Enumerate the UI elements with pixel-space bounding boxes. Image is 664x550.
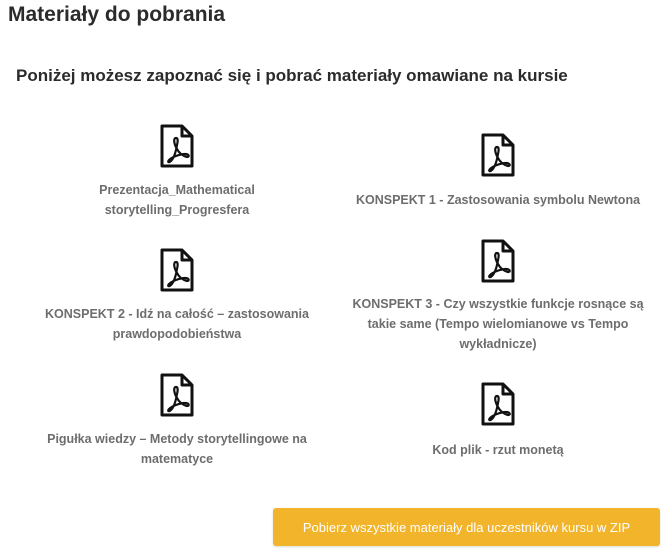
page-title: Materiały do pobrania — [8, 3, 226, 26]
pdf-file-icon — [480, 239, 516, 283]
file-label: Prezentacja_Mathematical storytelling_Pr… — [99, 183, 255, 217]
pdf-file-icon — [159, 248, 195, 292]
page-subtitle: Poniżej możesz zapoznać się i pobrać mat… — [16, 66, 568, 85]
pdf-file-icon — [480, 133, 516, 177]
download-all-zip-button[interactable]: Pobierz wszystkie materiały dla uczestni… — [273, 508, 660, 546]
file-label: Kod plik - rzut monetą — [432, 443, 564, 457]
pdf-file-icon — [159, 124, 195, 168]
file-label: KONSPEKT 2 - Idź na całość – zastosowani… — [45, 307, 309, 341]
file-label: Pigułka wiedzy – Metody storytellingowe … — [47, 432, 307, 466]
pdf-file-icon — [159, 373, 195, 417]
file-label: KONSPEKT 1 - Zastosowania symbolu Newton… — [355, 193, 641, 207]
pdf-file-icon — [480, 382, 516, 426]
file-label: KONSPEKT 3 - Czy wszystkie funkcje rosną… — [352, 297, 644, 351]
